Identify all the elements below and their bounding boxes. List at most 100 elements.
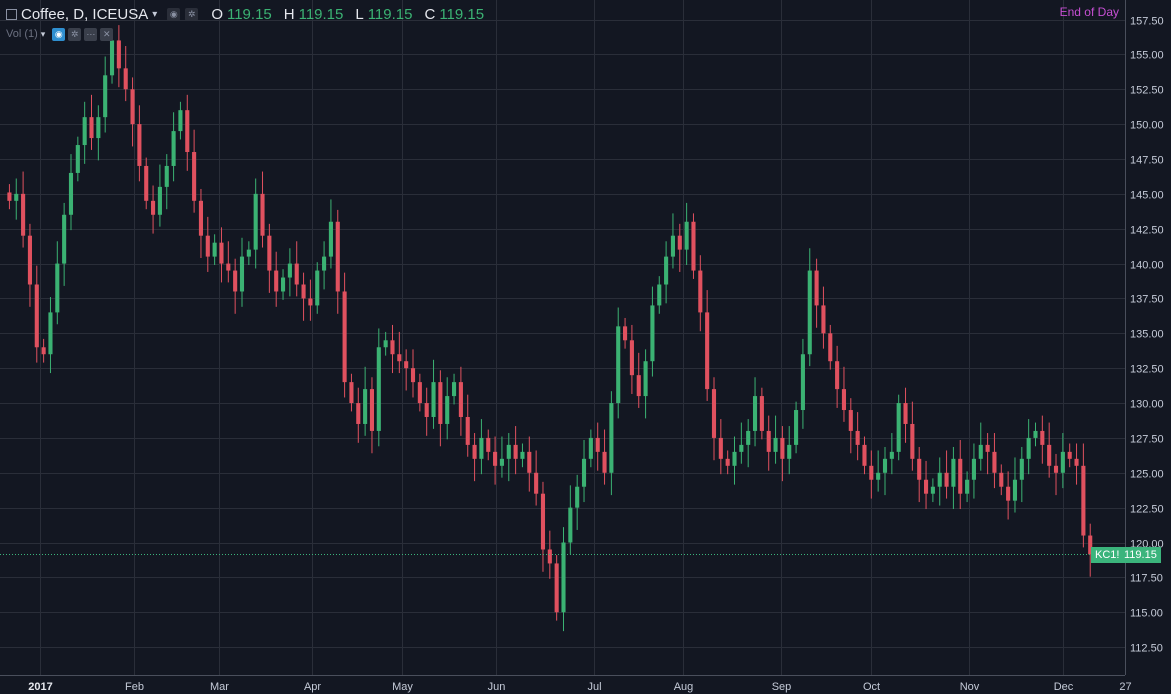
end-of-day-label: End of Day — [1059, 5, 1119, 19]
y-tick-label: 132.50 — [1130, 364, 1164, 376]
candle-body — [794, 410, 799, 445]
price-chart[interactable]: 112.50115.00117.50120.00122.50125.00127.… — [0, 0, 1171, 694]
candle-body — [650, 305, 655, 362]
candle-body — [390, 340, 395, 355]
candle-body — [137, 124, 142, 166]
candle-body — [376, 347, 381, 431]
candle-body — [807, 270, 812, 355]
candle-body — [718, 437, 723, 459]
candle-body — [465, 416, 470, 445]
candle-body — [294, 263, 299, 285]
candle-body — [992, 451, 997, 473]
candle-body — [116, 40, 121, 69]
candle-body — [944, 472, 949, 487]
candle-body — [636, 375, 641, 397]
candle-body — [472, 444, 477, 459]
candle-body — [923, 479, 929, 494]
candle-body — [623, 326, 628, 341]
y-tick-label: 142.50 — [1130, 225, 1164, 237]
candle-body — [752, 396, 758, 431]
candle-body — [287, 263, 292, 278]
candle-body — [226, 263, 231, 271]
candle-body — [48, 312, 53, 355]
candle-body — [540, 493, 546, 550]
chevron-down-icon[interactable]: ▾ — [41, 29, 46, 40]
candle-body — [493, 451, 498, 466]
candle-body — [499, 458, 504, 466]
open-key: O — [211, 5, 223, 23]
x-tick-label: Aug — [674, 681, 694, 693]
eye-icon[interactable]: ◉ — [167, 7, 181, 21]
candle-body — [766, 430, 771, 452]
candle-body — [96, 117, 101, 139]
candle-body — [157, 186, 162, 215]
candle-body — [554, 563, 559, 613]
candle-body — [800, 354, 805, 411]
candle-body — [212, 242, 217, 257]
eye-icon[interactable]: ◉ — [52, 27, 66, 41]
candle-body — [889, 451, 894, 459]
candle-body — [404, 361, 409, 369]
y-tick-label: 137.50 — [1130, 294, 1164, 306]
candle-body — [958, 458, 963, 494]
candle-body — [506, 444, 511, 459]
candle-body — [855, 430, 860, 445]
x-tick-label: Jul — [587, 681, 601, 693]
symbol-title[interactable]: Coffee, D, ICEUSA — [21, 6, 148, 23]
candle-body — [55, 263, 60, 313]
candle-body — [164, 165, 169, 187]
candle-body — [568, 507, 573, 543]
y-tick-label: 115.00 — [1130, 608, 1163, 620]
y-tick-label: 145.00 — [1130, 190, 1164, 202]
candle-body — [438, 382, 443, 424]
candle-body — [103, 75, 108, 118]
collapse-toggle[interactable] — [6, 8, 17, 20]
x-tick-label: 2017 — [28, 681, 52, 693]
candle-body — [1006, 486, 1011, 501]
volume-label[interactable]: Vol (1) — [6, 28, 38, 40]
x-tick-label: Feb — [125, 681, 144, 693]
candle-body — [410, 368, 416, 383]
candle-body — [89, 117, 94, 139]
x-tick-label: May — [392, 681, 413, 693]
candle-body — [664, 256, 669, 285]
candle-body — [814, 270, 819, 306]
candle-body — [828, 333, 833, 362]
close-icon[interactable]: ✕ — [100, 27, 114, 41]
x-tick-label: Nov — [960, 681, 980, 693]
candle-body — [486, 437, 491, 452]
candle-body — [780, 437, 785, 459]
gear-icon[interactable]: ✲ — [185, 7, 199, 21]
gear-icon[interactable]: ✲ — [68, 27, 82, 41]
candle-body — [595, 437, 600, 452]
chart-background — [0, 0, 1171, 694]
candle-body — [985, 444, 990, 452]
more-icon[interactable]: ⋯ — [84, 27, 98, 41]
candle-body — [951, 458, 956, 487]
candle-body — [1040, 430, 1045, 445]
candle-body — [978, 444, 983, 459]
chevron-down-icon[interactable]: ▾ — [152, 9, 157, 20]
candle-body — [684, 221, 689, 250]
candle-body — [759, 396, 764, 431]
chart-header: Coffee, D, ICEUSA ▾ ◉ ✲ O 119.15 H 119.1… — [6, 4, 484, 24]
candle-body — [965, 479, 970, 494]
y-tick-label: 135.00 — [1130, 329, 1164, 341]
candle-body — [609, 403, 614, 473]
candle-body — [677, 235, 682, 250]
candle-body — [602, 451, 607, 473]
candle-body — [41, 347, 46, 355]
x-tick-label: Apr — [304, 681, 321, 693]
candle-body — [253, 193, 258, 250]
candle-body — [773, 437, 778, 452]
candle-body — [356, 403, 361, 424]
candle-body — [527, 451, 532, 473]
candle-body — [575, 486, 580, 508]
y-tick-label: 127.50 — [1130, 434, 1164, 446]
candle-body — [629, 340, 634, 376]
candle-body — [841, 389, 847, 411]
candle-body — [739, 444, 744, 452]
candle-body — [75, 145, 80, 173]
candle-body — [383, 340, 388, 348]
candle-body — [588, 437, 593, 459]
